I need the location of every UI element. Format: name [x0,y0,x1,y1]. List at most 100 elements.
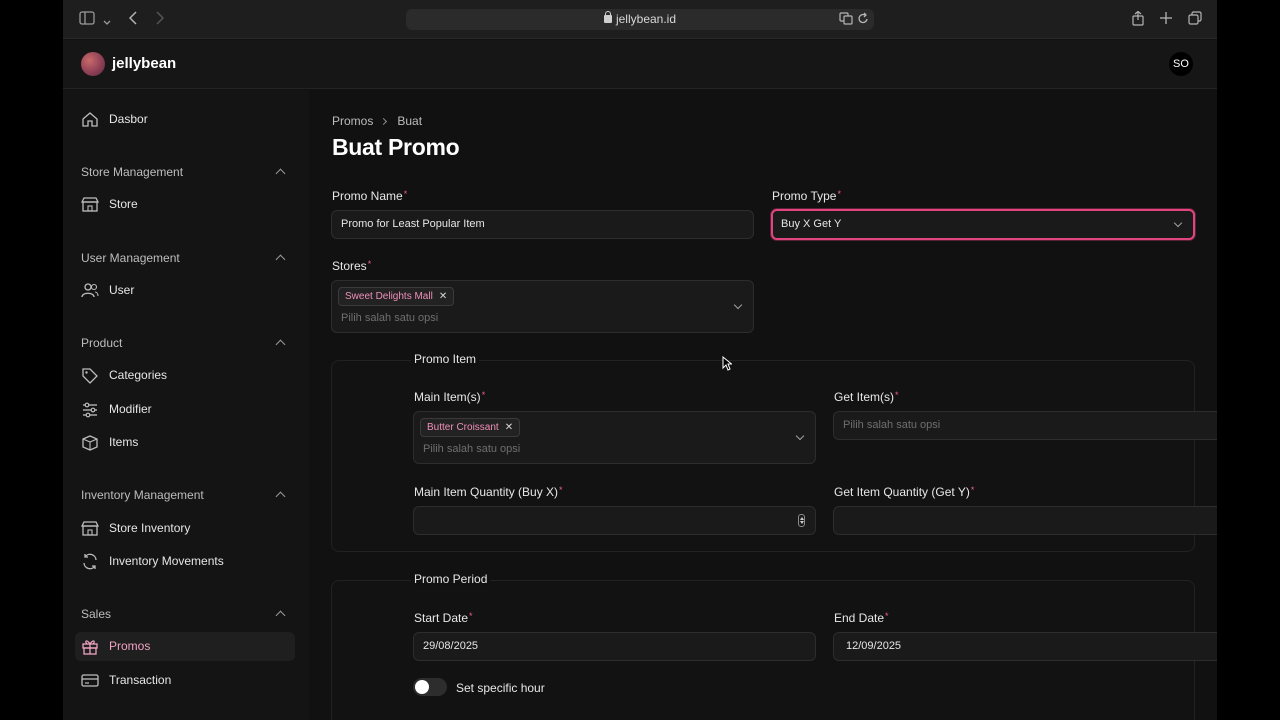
chevron-up-icon[interactable] [275,610,286,621]
store-chip[interactable]: Sweet Delights Mall ✕ [338,287,455,306]
sidebar-item-promos[interactable]: Promos [75,632,295,661]
breadcrumb: Promos Buat [332,114,422,128]
sidebar-item-label: Items [109,435,139,449]
browser-window: jellybean.id jellybean SO Dasbor Store M… [63,0,1217,720]
promo-name-label: Promo Name* [332,189,407,203]
new-tab-icon[interactable] [1160,11,1172,27]
box-icon [82,435,98,451]
required-mark: * [837,189,841,199]
chip-label: Butter Croissant [427,422,499,433]
section-title-sales[interactable]: Sales [81,607,111,621]
sidebar-item-label: Store Inventory [109,521,191,535]
page-title: Buat Promo [332,134,460,160]
remove-chip-icon[interactable]: ✕ [439,291,447,302]
specific-hour-toggle[interactable] [413,678,447,696]
forward-icon[interactable] [156,11,165,28]
get-items-label: Get Item(s)* [834,390,899,404]
required-mark: * [469,611,473,621]
address-bar[interactable]: jellybean.id [406,9,874,30]
label-text: Promo Type [772,189,837,203]
chevron-down-icon[interactable] [103,13,111,29]
store-icon [81,197,99,212]
lock-icon [603,11,612,23]
main-items-multiselect[interactable]: Butter Croissant ✕ Pilih salah satu opsi [413,411,816,464]
stores-placeholder: Pilih salah satu opsi [341,312,439,324]
back-icon[interactable] [128,11,137,28]
sidebar-item-label: Transaction [109,673,172,687]
sidebar-item-inventory-movements[interactable]: Inventory Movements [75,547,295,576]
get-qty-input[interactable] [833,506,1217,535]
chevron-down-icon [795,431,805,441]
get-items-placeholder: Pilih salah satu opsi [843,419,941,431]
reload-icon[interactable] [857,12,869,28]
sidebar-item-label: Inventory Movements [109,554,224,568]
sidebar-item-categories[interactable]: Categories [75,361,295,390]
sidebar-item-transaction[interactable]: Transaction [75,666,295,695]
sidebar-item-label: Promos [109,639,151,653]
app-header: jellybean SO [63,40,1217,89]
chevron-up-icon[interactable] [275,339,286,350]
label-text: Main Item Quantity (Buy X) [414,485,559,499]
section-title-inventory-management[interactable]: Inventory Management [81,488,204,502]
stores-multiselect[interactable]: Sweet Delights Mall ✕ Pilih salah satu op… [331,280,754,333]
label-text: Get Item(s) [834,390,895,404]
refresh-icon [83,553,97,570]
chevron-down-icon [733,300,743,310]
promo-name-input[interactable]: Promo for Least Popular Item [331,210,754,239]
required-mark: * [885,611,889,621]
promo-item-legend: Promo Item [411,352,480,366]
avatar[interactable]: SO [1169,52,1193,76]
sidebar-item-label: Categories [109,368,168,382]
sidebar-item-user[interactable]: User [75,276,295,305]
sidebar-item-store[interactable]: Store [75,190,295,219]
end-date-input[interactable]: 12/09/2025 [833,632,1217,661]
chevron-up-icon[interactable] [275,254,286,265]
required-mark: * [895,390,899,400]
gift-icon [82,640,98,655]
translate-icon[interactable] [839,12,853,28]
chevron-down-icon [1173,218,1183,228]
tabs-overview-icon[interactable] [1188,11,1202,28]
chevron-up-icon[interactable] [275,491,286,502]
tag-icon [82,368,98,384]
end-date-label: End Date* [834,611,889,625]
chip-label: Sweet Delights Mall [345,291,433,302]
section-title-product[interactable]: Product [81,336,122,350]
end-date-value: 12/09/2025 [846,640,902,652]
browser-toolbar: jellybean.id [63,0,1217,39]
main-item-chip[interactable]: Butter Croissant ✕ [420,418,521,437]
chevron-right-icon [380,117,388,126]
label-text: Stores [332,259,367,273]
sidebar-item-modifier[interactable]: Modifier [75,395,295,424]
main-items-label: Main Item(s)* [414,390,485,404]
label-text: Get Item Quantity (Get Y) [834,485,970,499]
promo-period-legend: Promo Period [411,572,491,586]
sidebar-item-items[interactable]: Items [75,428,295,457]
brand-name: jellybean [112,55,177,72]
sidebar: Dasbor Store Management Store User Manag… [63,90,309,720]
stores-label: Stores* [332,259,371,273]
sidebar-item-store-inventory[interactable]: Store Inventory [75,514,295,543]
required-mark: * [970,485,975,495]
label-text: End Date [834,611,885,625]
main-content: Promos Buat Buat Promo Promo Name* Promo … [309,90,1217,720]
main-qty-input[interactable] [413,506,816,535]
share-icon[interactable] [1132,10,1144,29]
label-text: Main Item(s) [414,390,481,404]
start-date-value: 29/08/2025 [423,640,479,652]
sidebar-toggle-icon[interactable] [79,11,95,28]
get-items-select[interactable]: Pilih salah satu opsi [833,411,1217,440]
promo-type-select[interactable]: Buy X Get Y [771,209,1195,240]
stepper-icon[interactable] [798,514,805,527]
credit-card-icon [81,674,99,687]
sidebar-item-dashboard[interactable]: Dasbor [75,105,295,134]
section-title-store-management[interactable]: Store Management [81,165,183,179]
chevron-up-icon[interactable] [275,168,286,179]
section-title-user-management[interactable]: User Management [81,251,180,265]
start-date-input[interactable]: 29/08/2025 [413,632,816,661]
users-icon [81,283,99,298]
remove-chip-icon[interactable]: ✕ [505,422,513,433]
breadcrumb-current: Buat [397,114,423,128]
breadcrumb-promos[interactable]: Promos [332,114,373,128]
main-qty-label: Main Item Quantity (Buy X)* [414,485,563,499]
